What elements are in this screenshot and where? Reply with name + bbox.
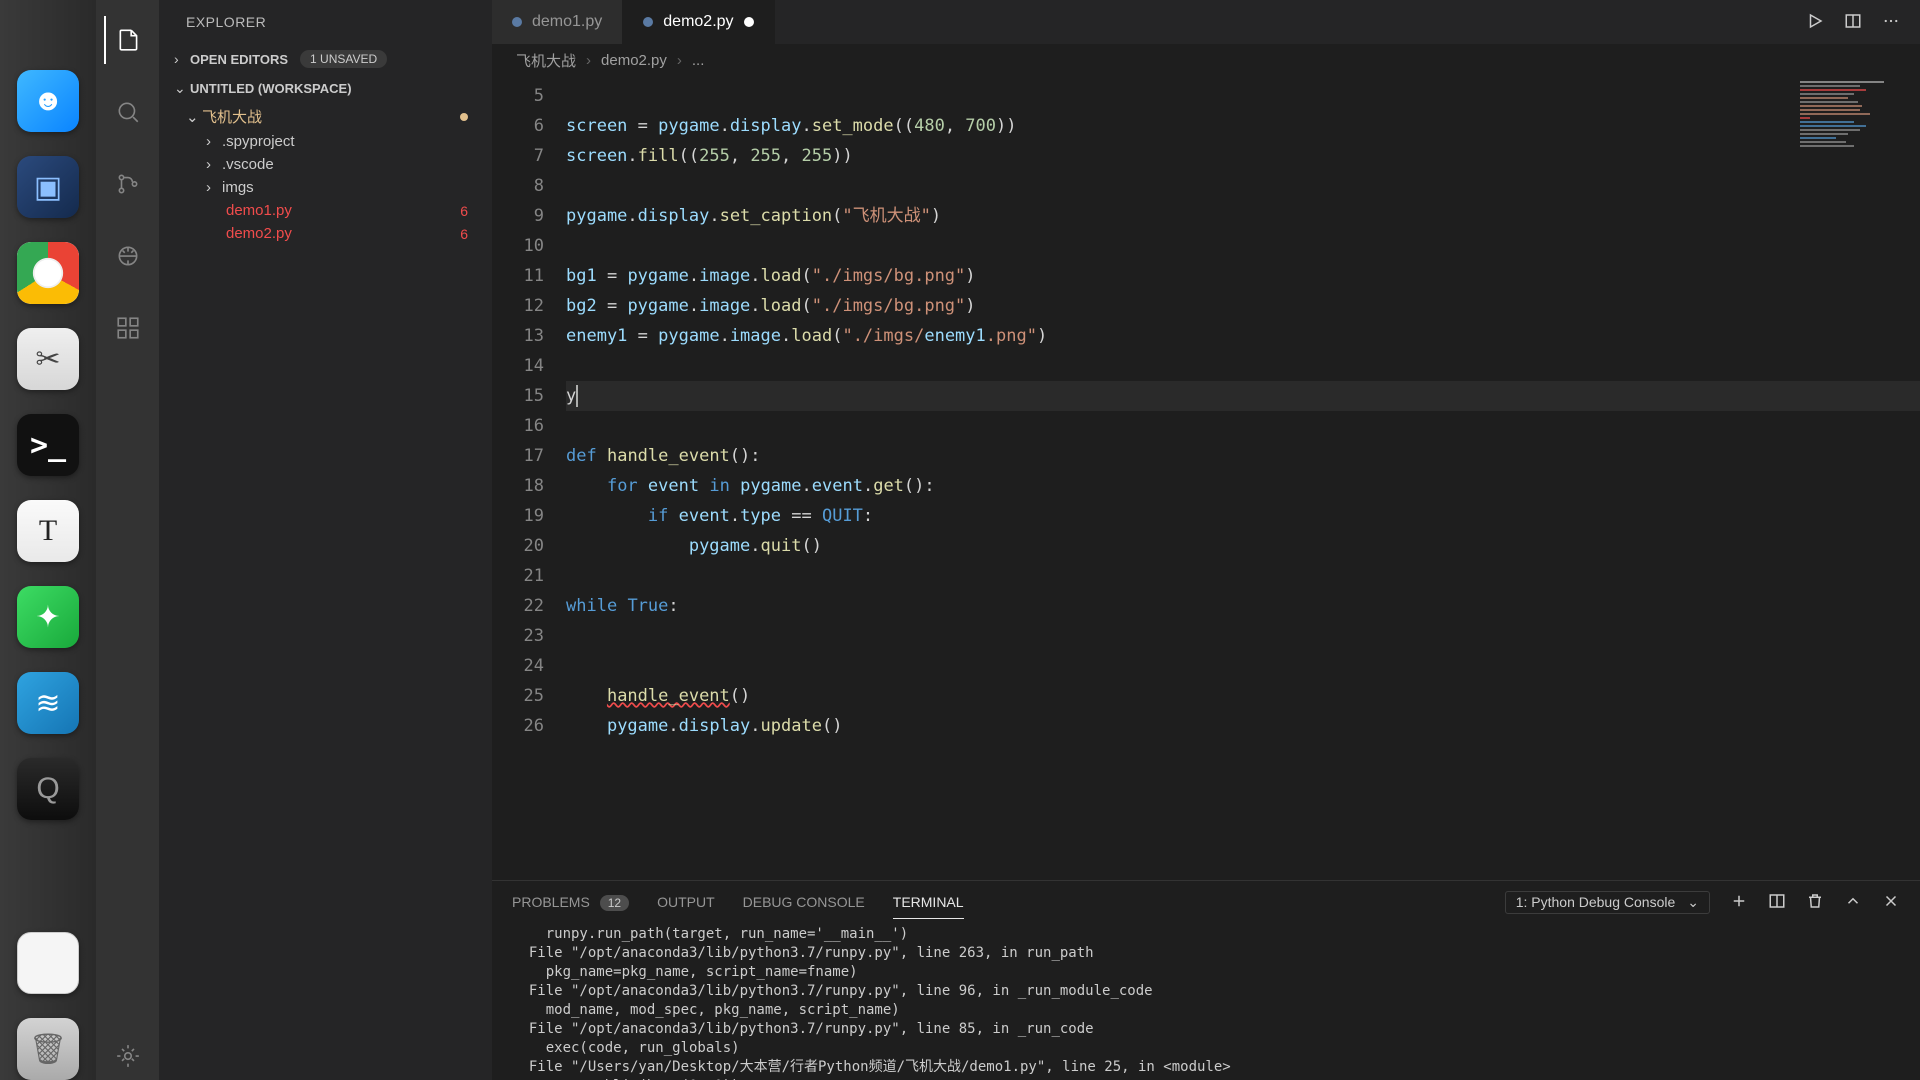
new-terminal-icon[interactable]: [1730, 892, 1748, 913]
tree-file[interactable]: demo2.py 6: [160, 222, 492, 245]
tree-folder-label: .spyproject: [222, 133, 295, 150]
close-panel-icon[interactable]: [1882, 892, 1900, 913]
activity-settings-icon[interactable]: [104, 1032, 152, 1080]
panel-toolbar: 1: Python Debug Console ⌄: [1505, 891, 1900, 914]
explorer-sidebar: EXPLORER › OPEN EDITORS 1 UNSAVED ⌄ UNTI…: [160, 0, 492, 1080]
chevron-right-icon: ›: [206, 156, 222, 173]
tree-file[interactable]: demo1.py 6: [160, 199, 492, 222]
workspace-label: UNTITLED (WORKSPACE): [190, 81, 352, 96]
activity-source-control-icon[interactable]: [104, 160, 152, 208]
dock-trash-icon[interactable]: 🗑: [17, 1018, 79, 1080]
minimap[interactable]: [1800, 81, 1920, 281]
tab-bar: demo1.py demo2.py: [492, 0, 1920, 44]
activity-bar: [96, 0, 160, 1080]
modified-dot-icon: [744, 17, 754, 27]
panel-tab-problems[interactable]: PROBLEMS 12: [512, 886, 629, 918]
tree-folder-label: 飞机大战: [202, 106, 262, 127]
explorer-title: EXPLORER: [160, 0, 492, 44]
problems-count-badge: 12: [600, 895, 629, 911]
panel-tab-terminal[interactable]: TERMINAL: [893, 886, 964, 919]
macos-dock: ☻ ▣ ✂ >_ T ✦ ≋ Q 🗑: [0, 0, 96, 1080]
panel-tab-label: PROBLEMS: [512, 894, 590, 910]
activity-extensions-icon[interactable]: [104, 304, 152, 352]
split-editor-icon[interactable]: [1844, 12, 1862, 33]
terminal-output[interactable]: runpy.run_path(target, run_name='__main_…: [492, 923, 1920, 1080]
activity-search-icon[interactable]: [104, 88, 152, 136]
tree-folder-label: imgs: [222, 179, 254, 196]
run-icon[interactable]: [1806, 12, 1824, 33]
chevron-down-icon: ⌄: [186, 108, 202, 126]
dock-wechat-icon[interactable]: ✦: [17, 586, 79, 648]
breadcrumb-part[interactable]: ...: [692, 52, 705, 69]
chevron-down-icon: ⌄: [1687, 894, 1699, 911]
dock-virtualbox-icon[interactable]: ▣: [17, 156, 79, 218]
panel-tab-bar: PROBLEMS 12 OUTPUT DEBUG CONSOLE TERMINA…: [492, 881, 1920, 923]
terminal-selector-label: 1: Python Debug Console: [1516, 894, 1676, 910]
split-terminal-icon[interactable]: [1768, 892, 1786, 913]
activity-debug-icon[interactable]: [104, 232, 152, 280]
line-number-gutter: 567891011121314151617181920212223242526: [492, 77, 566, 880]
panel-tab-debug-console[interactable]: DEBUG CONSOLE: [743, 886, 865, 918]
panel-tab-output[interactable]: OUTPUT: [657, 886, 715, 918]
breadcrumb-part[interactable]: demo2.py: [601, 52, 667, 69]
tree-folder[interactable]: › .spyproject: [160, 130, 492, 153]
terminal-selector-dropdown[interactable]: 1: Python Debug Console ⌄: [1505, 891, 1710, 914]
tree-file-label: demo1.py: [226, 202, 292, 219]
breadcrumb-part[interactable]: 飞机大战: [516, 50, 576, 71]
chevron-right-icon: ›: [206, 133, 222, 150]
chevron-down-icon: ⌄: [174, 80, 190, 97]
python-file-icon: [512, 17, 522, 27]
more-actions-icon[interactable]: [1882, 12, 1900, 33]
dock-finder-icon[interactable]: ☻: [17, 70, 79, 132]
code-content[interactable]: screen = pygame.display.set_mode((480, 7…: [566, 77, 1920, 880]
error-count-badge: 6: [460, 226, 468, 242]
dock-preview-icon[interactable]: [17, 932, 79, 994]
tab-demo1[interactable]: demo1.py: [492, 0, 623, 44]
chevron-right-icon: ›: [206, 179, 222, 196]
chevron-right-icon: ›: [174, 51, 190, 67]
tab-label: demo2.py: [663, 13, 733, 31]
chevron-right-icon: ›: [677, 52, 682, 69]
dock-textedit-icon[interactable]: T: [17, 500, 79, 562]
code-editor[interactable]: 567891011121314151617181920212223242526 …: [492, 77, 1920, 880]
tree-folder[interactable]: › .vscode: [160, 153, 492, 176]
open-editors-label: OPEN EDITORS: [190, 52, 288, 67]
tree-folder-label: .vscode: [222, 156, 274, 173]
tab-label: demo1.py: [532, 13, 602, 31]
chevron-right-icon: ›: [586, 52, 591, 69]
bottom-panel: PROBLEMS 12 OUTPUT DEBUG CONSOLE TERMINA…: [492, 880, 1920, 1080]
dock-scissors-icon[interactable]: ✂: [17, 328, 79, 390]
activity-explorer-icon[interactable]: [104, 16, 152, 64]
error-count-badge: 6: [460, 203, 468, 219]
open-editors-section[interactable]: › OPEN EDITORS 1 UNSAVED: [160, 44, 492, 74]
dock-quicktime-icon[interactable]: Q: [17, 758, 79, 820]
modified-dot-icon: [460, 113, 468, 121]
maximize-panel-icon[interactable]: [1844, 892, 1862, 913]
dock-chrome-icon[interactable]: [17, 242, 79, 304]
dock-vscode-icon[interactable]: ≋: [17, 672, 79, 734]
tree-root-folder[interactable]: ⌄ 飞机大战: [160, 103, 492, 130]
breadcrumb[interactable]: 飞机大战 › demo2.py › ...: [492, 44, 1920, 77]
kill-terminal-icon[interactable]: [1806, 892, 1824, 913]
file-tree: ⌄ 飞机大战 › .spyproject › .vscode › imgs de…: [160, 103, 492, 1080]
workspace-section[interactable]: ⌄ UNTITLED (WORKSPACE): [160, 74, 492, 103]
dock-terminal-icon[interactable]: >_: [17, 414, 79, 476]
tab-demo2[interactable]: demo2.py: [623, 0, 774, 44]
editor-area: demo1.py demo2.py 飞机大战 › demo2.py › ...: [492, 0, 1920, 1080]
unsaved-badge: 1 UNSAVED: [300, 50, 387, 68]
tab-actions: [1786, 0, 1920, 44]
python-file-icon: [643, 17, 653, 27]
tree-file-label: demo2.py: [226, 225, 292, 242]
tree-folder[interactable]: › imgs: [160, 176, 492, 199]
